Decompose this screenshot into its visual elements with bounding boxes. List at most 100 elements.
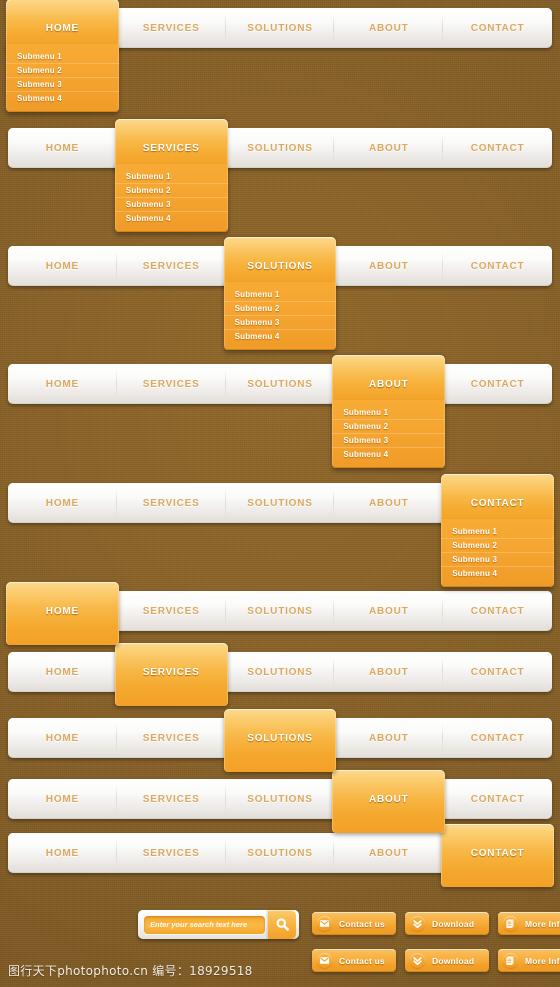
submenu-panel: Submenu 1 Submenu 2 Submenu 3 Submenu 4 (332, 400, 446, 468)
nav-item-about[interactable]: ABOUT (334, 833, 443, 873)
nav-item-label: SERVICES (142, 378, 200, 390)
submenu-item[interactable]: Submenu 1 (332, 406, 446, 420)
nav-item-about[interactable]: ABOUT (334, 718, 443, 758)
nav-item-contact[interactable]: CONTACT Submenu 1 Submenu 2 Submenu 3 Submen… (441, 474, 554, 587)
nav-item-contact[interactable]: CONTACT (443, 779, 552, 819)
nav-item-home[interactable]: HOME Submenu 1 Submenu 2 Submenu 3 Submenu 4 (6, 0, 119, 112)
nav-item-label: SERVICES (142, 847, 200, 859)
contact-us-button[interactable]: Contact us (312, 949, 396, 972)
nav-item-about[interactable]: ABOUT (334, 8, 443, 48)
nav-item-services[interactable]: SERVICES (117, 779, 226, 819)
submenu-item[interactable]: Submenu 4 (441, 567, 554, 581)
nav-item-solutions[interactable]: SOLUTIONS (226, 833, 335, 873)
submenu-item[interactable]: Submenu 3 (6, 78, 119, 92)
submenu-item[interactable]: Submenu 4 (332, 448, 445, 462)
nav-item-about[interactable]: ABOUT (334, 591, 443, 631)
submenu-item[interactable]: Submenu 1 (223, 288, 337, 302)
nav-item-solutions[interactable]: SOLUTIONS (226, 779, 335, 819)
nav-item-services[interactable]: SERVICES (117, 718, 226, 758)
more-info-button[interactable]: More Info (498, 949, 560, 972)
nav-item-services[interactable]: SERVICES (117, 364, 226, 404)
submenu-item[interactable]: Submenu 4 (115, 212, 228, 226)
nav-item-label: CONTACT (470, 260, 525, 272)
download-button[interactable]: Download (405, 912, 489, 935)
nav-item-label: SERVICES (142, 22, 200, 34)
nav-item-home[interactable]: HOME (8, 483, 117, 523)
action-button-row-2: Contact us Download More Info (312, 949, 560, 972)
search-button[interactable] (268, 910, 296, 939)
nav-item-home[interactable]: HOME (6, 582, 119, 645)
more-info-button[interactable]: More Info (498, 912, 560, 935)
search-box[interactable] (138, 910, 299, 939)
submenu-panel: Submenu 1 Submenu 2 Submenu 3 Submenu 4 (223, 282, 337, 350)
download-label: Download (432, 955, 475, 966)
nav-item-services[interactable]: SERVICES (117, 591, 226, 631)
submenu-item[interactable]: Submenu 3 (441, 553, 554, 567)
nav-item-contact[interactable]: CONTACT (443, 652, 552, 692)
search-input[interactable] (144, 915, 265, 934)
nav-item-about[interactable]: ABOUT Submenu 1 Submenu 2 Submenu 3 Submenu … (332, 355, 446, 468)
nav-item-about[interactable]: ABOUT (334, 483, 443, 523)
nav-item-contact[interactable]: CONTACT (443, 246, 552, 286)
nav-menu: HOME SERVICES SOLUTIONS ABOUT Submenu 1 Subme… (8, 355, 552, 468)
nav-item-label: SOLUTIONS (247, 260, 313, 272)
nav-item-contact[interactable]: CONTACT (443, 718, 552, 758)
pages-icon (503, 916, 518, 931)
submenu-item[interactable]: Submenu 2 (114, 184, 228, 198)
nav-item-home[interactable]: HOME (8, 128, 117, 168)
nav-item-services[interactable]: SERVICES (117, 8, 226, 48)
submenu-item[interactable]: Submenu 1 (441, 525, 554, 539)
nav-item-services[interactable]: SERVICES (114, 643, 228, 706)
contact-us-button[interactable]: Contact us (312, 912, 396, 935)
nav-item-label: SERVICES (142, 142, 200, 154)
navbar-5: HOME SERVICES SOLUTIONS ABOUT CONTACT Submenu… (8, 474, 554, 587)
download-label: Download (432, 918, 475, 929)
nav-item-solutions[interactable]: SOLUTIONS (226, 364, 335, 404)
nav-item-home[interactable]: HOME (8, 652, 117, 692)
nav-item-contact[interactable]: CONTACT (441, 824, 554, 887)
nav-item-contact[interactable]: CONTACT (443, 128, 552, 168)
submenu-item[interactable]: Submenu 2 (6, 64, 119, 78)
nav-item-solutions[interactable]: SOLUTIONS (226, 483, 335, 523)
nav-item-services[interactable]: SERVICES Submenu 1 Submenu 2 Submenu 3 Subme… (114, 119, 228, 232)
nav-item-services[interactable]: SERVICES (117, 246, 226, 286)
nav-item-about[interactable]: ABOUT (334, 652, 443, 692)
submenu-item[interactable]: Submenu 3 (114, 198, 228, 212)
submenu-item[interactable]: Submenu 1 (6, 50, 119, 64)
nav-item-home[interactable]: HOME (8, 718, 117, 758)
submenu-item[interactable]: Submenu 3 (223, 316, 337, 330)
submenu-item[interactable]: Submenu 3 (332, 434, 446, 448)
nav-item-services[interactable]: SERVICES (117, 833, 226, 873)
nav-item-solutions[interactable]: SOLUTIONS (226, 128, 335, 168)
nav-item-about[interactable]: ABOUT (334, 128, 443, 168)
submenu-item[interactable]: Submenu 1 (114, 170, 228, 184)
nav-item-label: ABOUT (369, 732, 409, 744)
nav-item-solutions[interactable]: SOLUTIONS (226, 652, 335, 692)
submenu-panel: Submenu 1 Submenu 2 Submenu 3 Submenu 4 (441, 519, 554, 587)
nav-item-label: HOME (45, 497, 79, 509)
nav-item-solutions[interactable]: SOLUTIONS (226, 591, 335, 631)
nav-item-contact[interactable]: CONTACT (443, 364, 552, 404)
nav-item-label: ABOUT (369, 378, 409, 390)
nav-item-home[interactable]: HOME (8, 779, 117, 819)
nav-item-contact[interactable]: CONTACT (443, 8, 552, 48)
nav-item-home[interactable]: HOME (8, 833, 117, 873)
nav-item-label: HOME (45, 847, 79, 859)
nav-item-home[interactable]: HOME (8, 246, 117, 286)
nav-item-contact[interactable]: CONTACT (443, 591, 552, 631)
nav-item-solutions[interactable]: SOLUTIONS (226, 8, 335, 48)
submenu-item[interactable]: Submenu 2 (223, 302, 337, 316)
nav-item-services[interactable]: SERVICES (117, 483, 226, 523)
submenu-item[interactable]: Submenu 2 (332, 420, 446, 434)
nav-item-solutions[interactable]: SOLUTIONS (223, 709, 337, 772)
nav-item-about[interactable]: ABOUT (334, 246, 443, 286)
submenu-item[interactable]: Submenu 4 (224, 330, 337, 344)
submenu-item[interactable]: Submenu 4 (6, 92, 119, 106)
submenu-item[interactable]: Submenu 2 (441, 539, 554, 553)
nav-item-about[interactable]: ABOUT (332, 770, 446, 833)
nav-item-home[interactable]: HOME (8, 364, 117, 404)
nav-item-label: ABOUT (369, 666, 409, 678)
nav-item-label: HOME (45, 666, 79, 678)
download-button[interactable]: Download (405, 949, 489, 972)
nav-item-solutions[interactable]: SOLUTIONS Submenu 1 Submenu 2 Submenu 3 Subm… (223, 237, 337, 350)
